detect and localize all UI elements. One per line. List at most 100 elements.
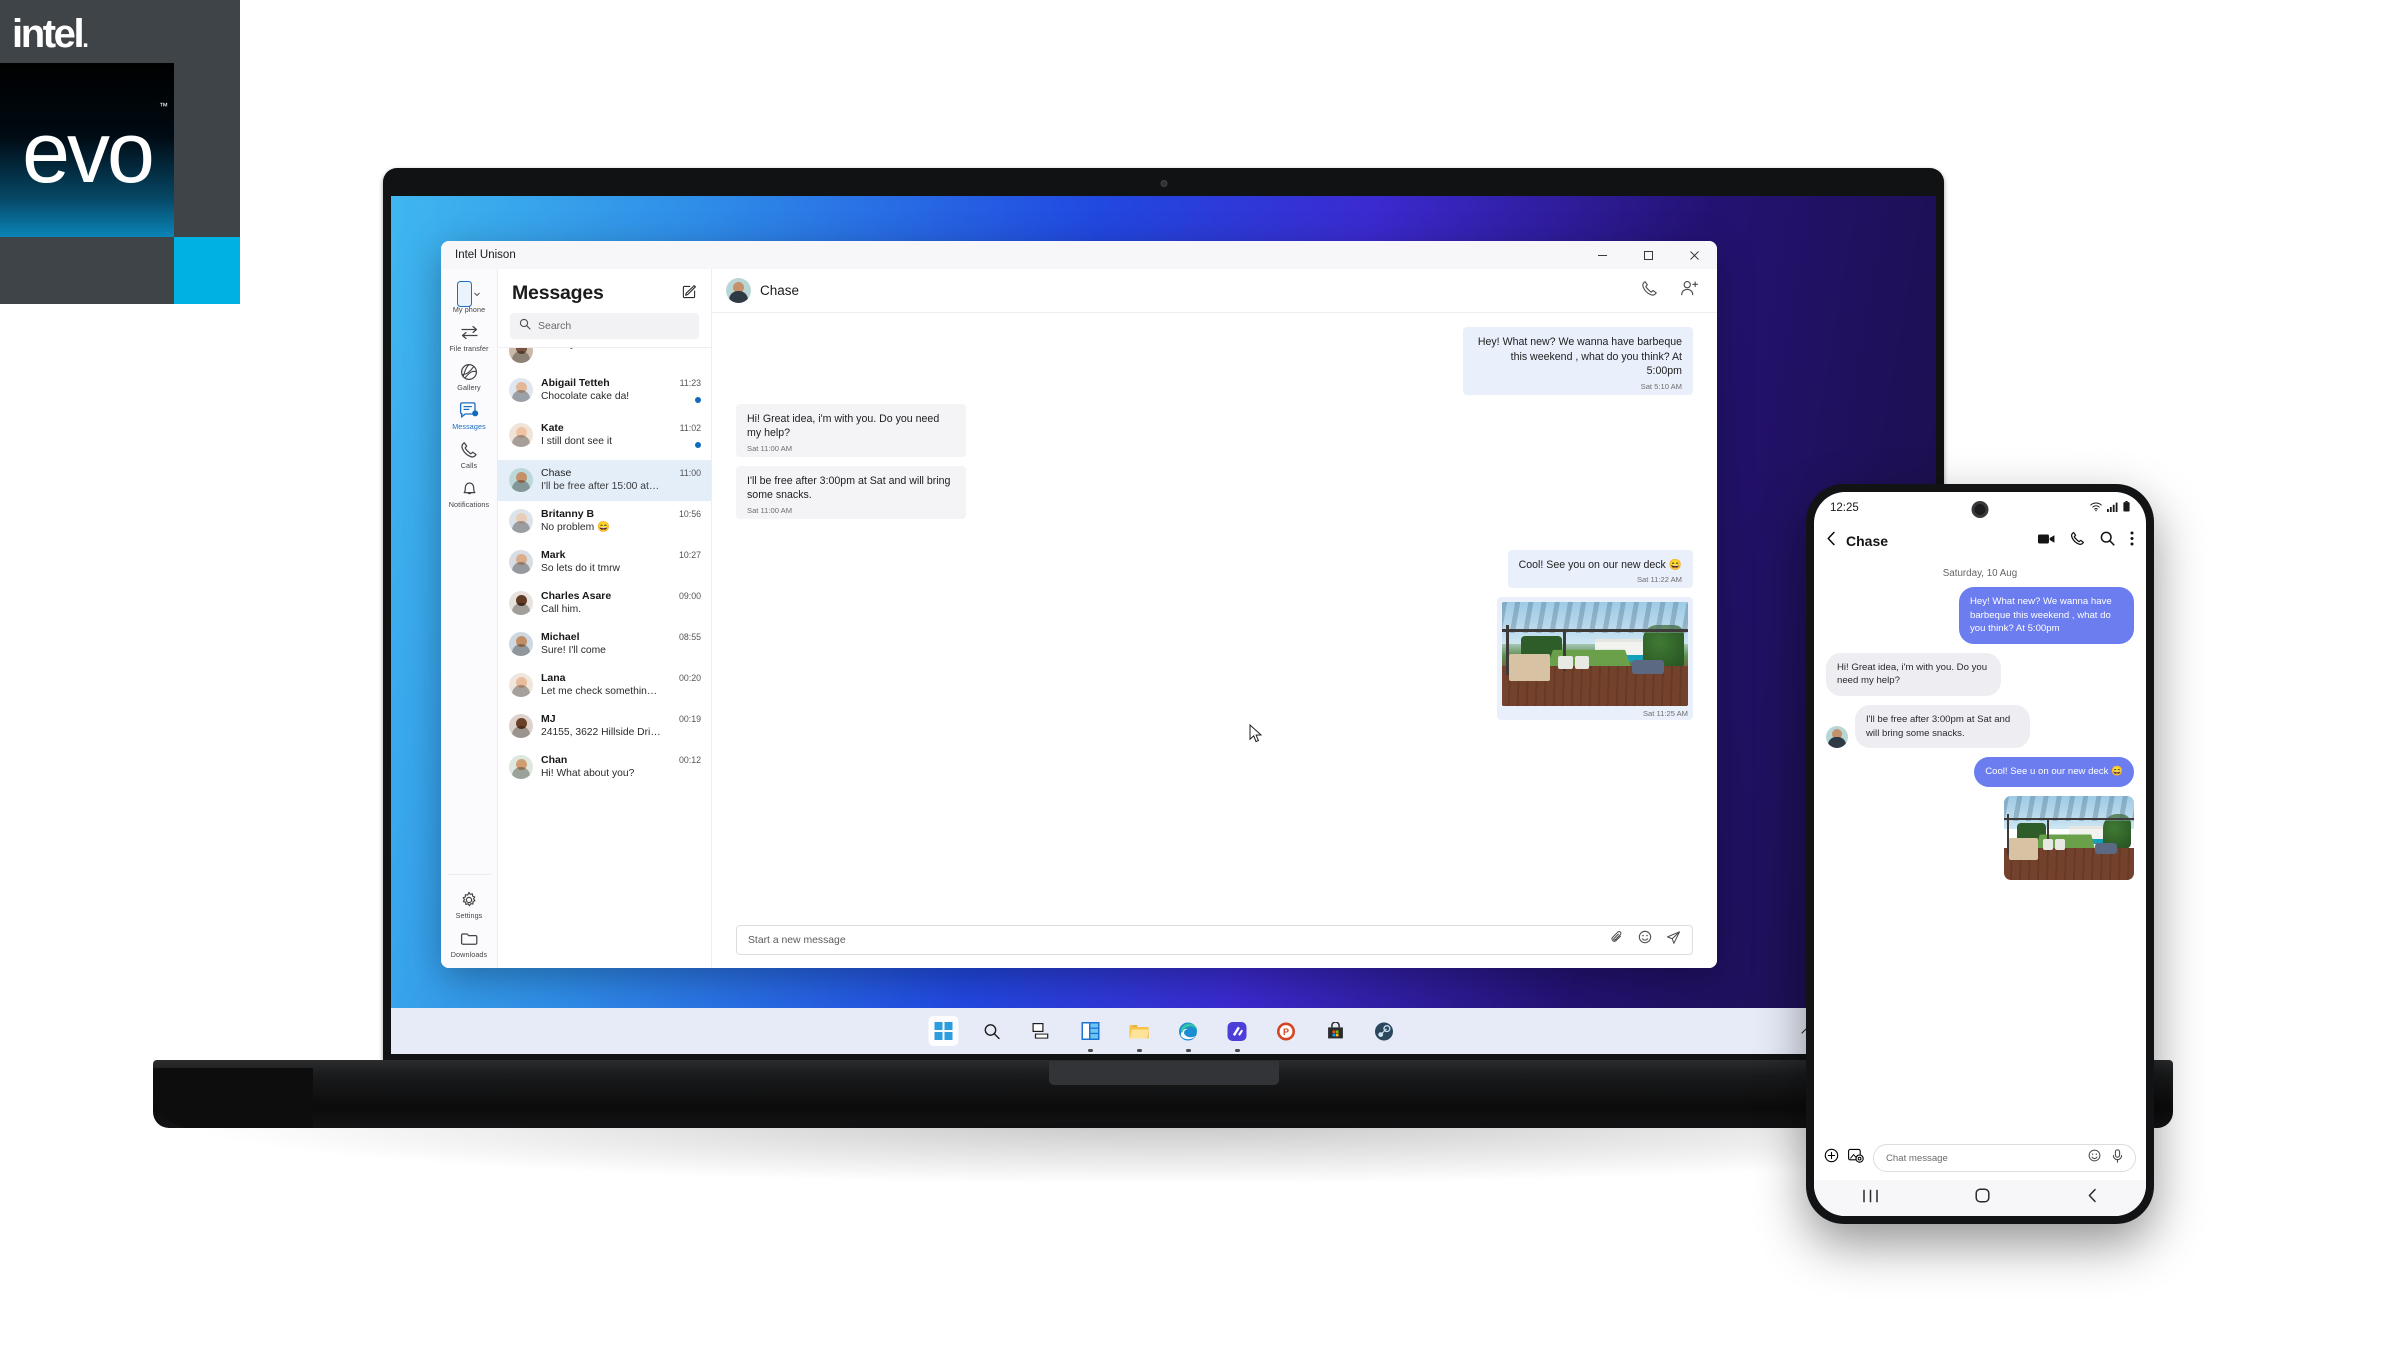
- list-item[interactable]: Kate I still dont see it 11:02: [498, 415, 711, 460]
- unread-badge: [695, 442, 701, 448]
- message-thread-panel: Chase Hey! What new? We wanna have barbe…: [712, 269, 1717, 968]
- backyard-deck-photo[interactable]: [1502, 602, 1688, 706]
- conversation-time: 09:00: [678, 591, 701, 601]
- message-bubble: Cool! See u on our new deck 😄: [1974, 757, 2134, 787]
- video-call-icon[interactable]: [2038, 532, 2055, 550]
- list-item[interactable]: No way!: [498, 348, 711, 370]
- list-item[interactable]: Charles Asare Call him. 09:00: [498, 583, 711, 624]
- list-item[interactable]: Lana Let me check something... 00:20: [498, 665, 711, 706]
- conversation-name: Michael: [541, 631, 580, 643]
- bell-icon: [461, 478, 478, 499]
- powerpoint-icon[interactable]: P: [1271, 1016, 1301, 1046]
- phone-outline-icon: [457, 280, 481, 307]
- emoji-icon[interactable]: [1638, 930, 1652, 950]
- message-row-with-avatar: I'll be free after 3:00pm at Sat and wil…: [1826, 704, 2030, 749]
- sidebar-item-file-transfer[interactable]: File transfer: [443, 317, 496, 356]
- messages-container[interactable]: Hey! What new? We wanna have barbeque th…: [712, 313, 1717, 925]
- intel-wordmark: intel: [12, 12, 85, 56]
- list-item[interactable]: Chan Hi! What about you? 00:12: [498, 747, 711, 788]
- message-bubble: Hi! Great idea, i'm with you. Do you nee…: [736, 403, 966, 457]
- steam-icon[interactable]: [1369, 1016, 1399, 1046]
- search-input[interactable]: Search: [510, 313, 699, 339]
- sidebar-item-calls[interactable]: Calls: [443, 434, 496, 473]
- send-icon[interactable]: [1666, 930, 1681, 950]
- list-item[interactable]: Chase I'll be free after 15:00 at Sat an…: [498, 460, 711, 501]
- conversation-scroll-area[interactable]: No way! Abigail Tetteh Chocolate cake da…: [498, 347, 711, 968]
- intel-unison-window: Intel Unison My phone File transfer Gall…: [441, 241, 1717, 968]
- microsoft-store-icon[interactable]: [1320, 1016, 1350, 1046]
- message-text: Cool! See you on our new deck 😄: [1518, 558, 1682, 571]
- avatar: [509, 468, 533, 492]
- microphone-icon[interactable]: [2112, 1148, 2123, 1168]
- list-item[interactable]: Abigail Tetteh Chocolate cake da! 11:23: [498, 370, 711, 415]
- message-timestamp: Sat 11:22 AM: [1636, 575, 1682, 584]
- image-camera-icon[interactable]: [1848, 1148, 1864, 1168]
- running-indicator: [1136, 1049, 1142, 1052]
- search-icon[interactable]: [2100, 531, 2115, 551]
- smartphone-device: 12:25 Chase Saturday, 10 Aug Hey! What n…: [1806, 484, 2154, 1224]
- avatar: [1826, 726, 1848, 749]
- conversation-preview: I'll be free after 15:00 at Sat and will…: [541, 481, 661, 492]
- avatar: [509, 550, 533, 574]
- task-view-icon[interactable]: [1026, 1016, 1056, 1046]
- avatar: [726, 278, 751, 303]
- compose-icon[interactable]: [682, 284, 697, 304]
- cellular-signal-icon: [2107, 499, 2118, 517]
- conversation-time: 10:56: [678, 509, 701, 519]
- minimize-icon[interactable]: [1579, 241, 1625, 269]
- conversation-name: Mark: [541, 549, 566, 561]
- add-person-icon[interactable]: [1680, 280, 1699, 302]
- recents-icon[interactable]: [1862, 1189, 1879, 1208]
- widgets-icon[interactable]: [1075, 1016, 1105, 1052]
- list-item[interactable]: Mark So lets do it tmrw 10:27: [498, 542, 711, 583]
- list-item[interactable]: Michael Sure! I'll come 08:55: [498, 624, 711, 665]
- voice-call-icon[interactable]: [2070, 531, 2085, 551]
- file-explorer-icon[interactable]: [1124, 1016, 1154, 1052]
- list-item[interactable]: Britanny B No problem 😄 10:56: [498, 501, 711, 542]
- search-icon[interactable]: [977, 1016, 1007, 1046]
- message-timestamp: Sat 11:25 AM: [1642, 709, 1688, 718]
- sidebar-item-notifications[interactable]: Notifications: [443, 473, 496, 512]
- wifi-icon: [2090, 499, 2102, 517]
- window-controls: [1579, 241, 1717, 269]
- conversation-list-panel: Messages Search Abigail Tetteh Chocolate…: [498, 269, 712, 968]
- phone-screen: 12:25 Chase Saturday, 10 Aug Hey! What n…: [1814, 492, 2146, 1216]
- sidebar-label: Downloads: [450, 950, 488, 959]
- message-bubble: I'll be free after 3:00pm at Sat and wil…: [1855, 704, 2030, 749]
- evo-cyan-accent-square: [174, 237, 240, 304]
- start-button[interactable]: [928, 1016, 958, 1046]
- phone-input-actions: [2088, 1148, 2123, 1168]
- list-item[interactable]: MJ 24155, 3622 Hillside Drive, at 12:00 …: [498, 706, 711, 747]
- chat-bubble-icon: [459, 400, 479, 421]
- sidebar-item-gallery[interactable]: Gallery: [443, 356, 496, 395]
- conversation-name: Britanny B: [541, 508, 595, 520]
- thread-header: Chase: [712, 269, 1717, 313]
- attachment-icon[interactable]: [1610, 930, 1624, 950]
- maximize-icon[interactable]: [1625, 241, 1671, 269]
- laptop-lid: Intel Unison My phone File transfer Gall…: [383, 168, 1944, 1068]
- message-input[interactable]: Start a new message: [736, 925, 1693, 955]
- close-icon[interactable]: [1671, 241, 1717, 269]
- sidebar-label: Settings: [455, 911, 483, 920]
- call-icon[interactable]: [1641, 280, 1658, 302]
- intel-unison-icon[interactable]: [1222, 1016, 1252, 1052]
- sidebar-item-messages[interactable]: Messages: [443, 395, 496, 434]
- edge-browser-icon[interactable]: [1173, 1016, 1203, 1052]
- emoji-icon[interactable]: [2088, 1149, 2101, 1168]
- sidebar-item-downloads[interactable]: Downloads: [443, 923, 496, 962]
- conversation-time: 00:20: [678, 673, 701, 683]
- overflow-menu-icon[interactable]: [2130, 531, 2134, 551]
- window-title: Intel Unison: [455, 249, 516, 261]
- backyard-deck-photo[interactable]: [2004, 795, 2134, 880]
- back-chevron-icon[interactable]: [1826, 531, 1837, 551]
- message-bubble-image[interactable]: Sat 11:25 AM: [1497, 597, 1693, 720]
- add-plus-icon[interactable]: [1824, 1148, 1839, 1168]
- phone-messages-container[interactable]: Hey! What new? We wanna have barbeque th…: [1814, 587, 2146, 1136]
- sidebar-item-my-phone[interactable]: My phone: [443, 278, 496, 317]
- phone-handset-icon: [460, 439, 478, 460]
- back-icon[interactable]: [2087, 1188, 2098, 1208]
- phone-message-input[interactable]: Chat message: [1873, 1144, 2136, 1172]
- home-icon[interactable]: [1975, 1188, 1991, 1208]
- window-titlebar: Intel Unison: [441, 241, 1717, 269]
- sidebar-item-settings[interactable]: Settings: [443, 884, 496, 923]
